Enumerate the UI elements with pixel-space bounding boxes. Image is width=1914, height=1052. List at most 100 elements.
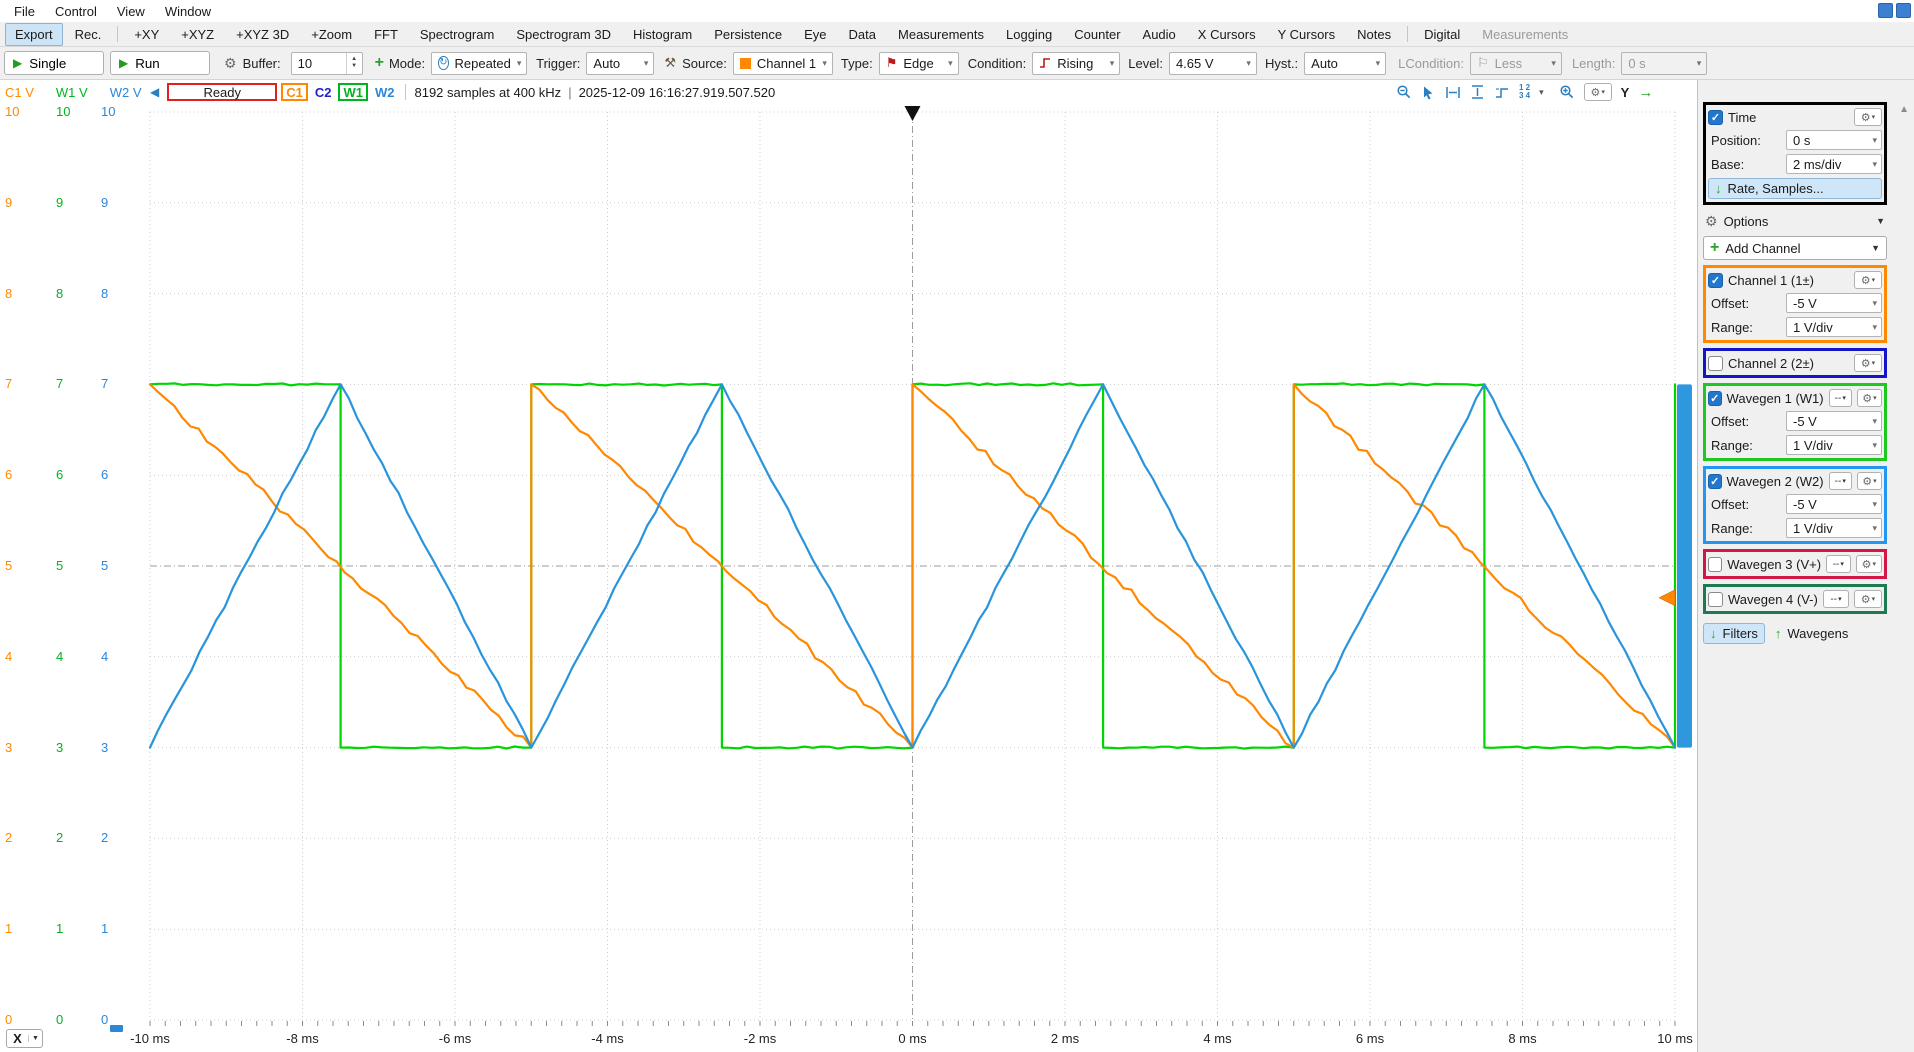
tab-digital[interactable]: Digital xyxy=(1414,23,1470,46)
channel-badge-c2[interactable]: C2 xyxy=(312,83,335,101)
expand-right-icon[interactable]: → xyxy=(1638,84,1653,101)
time-checkbox[interactable]: ✓ xyxy=(1708,110,1723,125)
tab-x-cursors[interactable]: X Cursors xyxy=(1188,23,1266,46)
wavegen2-checkbox[interactable]: ✓ xyxy=(1708,474,1722,489)
wavegen4-checkbox[interactable] xyxy=(1708,592,1723,607)
wavegens-button[interactable]: ↑Wavegens xyxy=(1775,626,1848,641)
mode-plus-icon[interactable]: + xyxy=(375,54,384,72)
tab-notes[interactable]: Notes xyxy=(1347,23,1401,46)
quick-measure-icon[interactable] xyxy=(1494,85,1510,100)
menu-view[interactable]: View xyxy=(107,2,155,21)
source-select[interactable]: Channel 1 ▾ xyxy=(733,52,833,75)
zoom-out-icon[interactable] xyxy=(1396,84,1412,100)
trigger-position-marker[interactable] xyxy=(905,106,921,121)
tab-audio[interactable]: Audio xyxy=(1133,23,1186,46)
plot-settings-button[interactable]: ⚙▾ xyxy=(1584,83,1612,101)
wavegen2-offset-select[interactable]: -5 V▾ xyxy=(1786,494,1882,514)
menu-control[interactable]: Control xyxy=(45,2,107,21)
level-select[interactable]: 4.65 V ▾ xyxy=(1169,52,1257,75)
gear-icon: ⚙ xyxy=(1705,213,1718,230)
window-minimize-icon[interactable] xyxy=(1878,3,1893,18)
x-position-marker[interactable] xyxy=(110,1025,123,1032)
wavegen1-checkbox[interactable]: ✓ xyxy=(1708,391,1722,406)
oscilloscope-plot[interactable] xyxy=(0,104,1697,1052)
fit-width-icon[interactable] xyxy=(1445,85,1461,100)
tab-fft[interactable]: FFT xyxy=(364,23,408,46)
tab--xyz[interactable]: +XYZ xyxy=(171,23,224,46)
tab-logging[interactable]: Logging xyxy=(996,23,1062,46)
tab-measurements[interactable]: Measurements xyxy=(888,23,994,46)
wavegen2-settings-button[interactable]: ⚙▾ xyxy=(1857,472,1882,490)
tab-spectrogram[interactable]: Spectrogram xyxy=(410,23,504,46)
channel-badge-w2[interactable]: W2 xyxy=(372,83,398,101)
channel1-settings-button[interactable]: ⚙▾ xyxy=(1854,271,1882,289)
channel2-settings-button[interactable]: ⚙▾ xyxy=(1854,354,1882,372)
wavegen4-mode-button[interactable]: --▾ xyxy=(1823,590,1849,608)
menu-file[interactable]: File xyxy=(4,2,45,21)
collapse-left-icon[interactable]: ◀ xyxy=(150,85,159,99)
channel1-checkbox[interactable]: ✓ xyxy=(1708,273,1723,288)
position-select[interactable]: 0 s▾ xyxy=(1786,130,1882,150)
trigger-settings-hammer-icon[interactable]: ⚒ xyxy=(664,55,676,71)
condition-select[interactable]: Rising ▾ xyxy=(1032,52,1120,75)
tab-persistence[interactable]: Persistence xyxy=(704,23,792,46)
wavegen2-mode-button[interactable]: --▾ xyxy=(1829,472,1852,490)
tab--zoom[interactable]: +Zoom xyxy=(301,23,362,46)
fit-height-icon[interactable] xyxy=(1470,84,1485,100)
wavegen3-checkbox[interactable] xyxy=(1708,557,1722,572)
wavegen2-range-select[interactable]: 1 V/div▾ xyxy=(1786,518,1882,538)
channel-badge-w1[interactable]: W1 xyxy=(338,83,368,101)
lcondition-select[interactable]: ⚐ Less ▾ xyxy=(1470,52,1562,75)
wavegen1-range-select[interactable]: 1 V/div▾ xyxy=(1786,435,1882,455)
single-button[interactable]: ▶Single xyxy=(4,51,104,75)
time-settings-button[interactable]: ⚙▾ xyxy=(1854,108,1882,126)
rate-samples-button[interactable]: ↓Rate, Samples... xyxy=(1708,178,1882,199)
window-close-icon[interactable] xyxy=(1896,3,1911,18)
channel2-checkbox[interactable] xyxy=(1708,356,1723,371)
wavegen4-settings-button[interactable]: ⚙▾ xyxy=(1854,590,1882,608)
wavegen1-mode-button[interactable]: --▾ xyxy=(1829,389,1852,407)
buffer-stepper[interactable]: 10 ▲▼ xyxy=(291,52,363,75)
tab-counter[interactable]: Counter xyxy=(1064,23,1130,46)
mode-select[interactable]: ↻ Repeated ▾ xyxy=(431,52,527,75)
channel1-offset-select[interactable]: -5 V▾ xyxy=(1786,293,1882,313)
tab-spectrogram-3d[interactable]: Spectrogram 3D xyxy=(506,23,621,46)
tab-eye[interactable]: Eye xyxy=(794,23,836,46)
tab--xyz-3d[interactable]: +XYZ 3D xyxy=(226,23,299,46)
trigger-level-marker[interactable] xyxy=(1659,590,1675,606)
add-channel-button[interactable]: + Add Channel ▼ xyxy=(1703,236,1887,260)
zoom-in-icon[interactable] xyxy=(1559,84,1575,100)
base-select[interactable]: 2 ms/div▾ xyxy=(1786,154,1882,174)
tab--xy[interactable]: +XY xyxy=(124,23,169,46)
channels-1234-icon[interactable]: 1 23 4 xyxy=(1519,84,1530,100)
channel1-range-select[interactable]: 1 V/div▾ xyxy=(1786,317,1882,337)
options-row[interactable]: ⚙ Options ▼ xyxy=(1703,210,1887,232)
chevron-down-icon[interactable]: ▾ xyxy=(1539,87,1544,98)
wavegen1-offset-select[interactable]: -5 V▾ xyxy=(1786,411,1882,431)
wavegen3-settings-button[interactable]: ⚙▾ xyxy=(1856,555,1882,573)
w2-scrollbar-thumb[interactable] xyxy=(1677,384,1692,747)
tab-rec-[interactable]: Rec. xyxy=(65,23,112,46)
y-axis-button[interactable]: Y xyxy=(1621,85,1630,100)
x-axis-select[interactable]: X▼ xyxy=(6,1029,43,1048)
wavegen3-mode-button[interactable]: --▾ xyxy=(1826,555,1851,573)
hysteresis-select[interactable]: Auto ▾ xyxy=(1304,52,1386,75)
run-button[interactable]: ▶Run xyxy=(110,51,210,75)
menu-window[interactable]: Window xyxy=(155,2,221,21)
wavegen2-title: Wavegen 2 (W2) xyxy=(1727,474,1824,489)
channel-badge-c1[interactable]: C1 xyxy=(281,83,308,101)
wavegen1-settings-button[interactable]: ⚙▾ xyxy=(1857,389,1882,407)
spinner-arrows-icon[interactable]: ▲▼ xyxy=(346,53,362,74)
length-select[interactable]: 0 s ▾ xyxy=(1621,52,1707,75)
trigger-select[interactable]: Auto ▾ xyxy=(586,52,654,75)
scroll-up-icon[interactable]: ▲ xyxy=(1899,104,1909,115)
buffer-gear-icon[interactable]: ⚙ xyxy=(224,55,237,72)
tab-measurements[interactable]: Measurements xyxy=(1472,23,1578,46)
tab-histogram[interactable]: Histogram xyxy=(623,23,702,46)
type-select[interactable]: ⚑ Edge ▾ xyxy=(879,52,959,75)
tab-y-cursors[interactable]: Y Cursors xyxy=(1268,23,1346,46)
tab-export[interactable]: Export xyxy=(5,23,63,46)
filters-button[interactable]: ↓Filters xyxy=(1703,623,1765,644)
pointer-icon[interactable] xyxy=(1421,85,1436,100)
tab-data[interactable]: Data xyxy=(839,23,886,46)
